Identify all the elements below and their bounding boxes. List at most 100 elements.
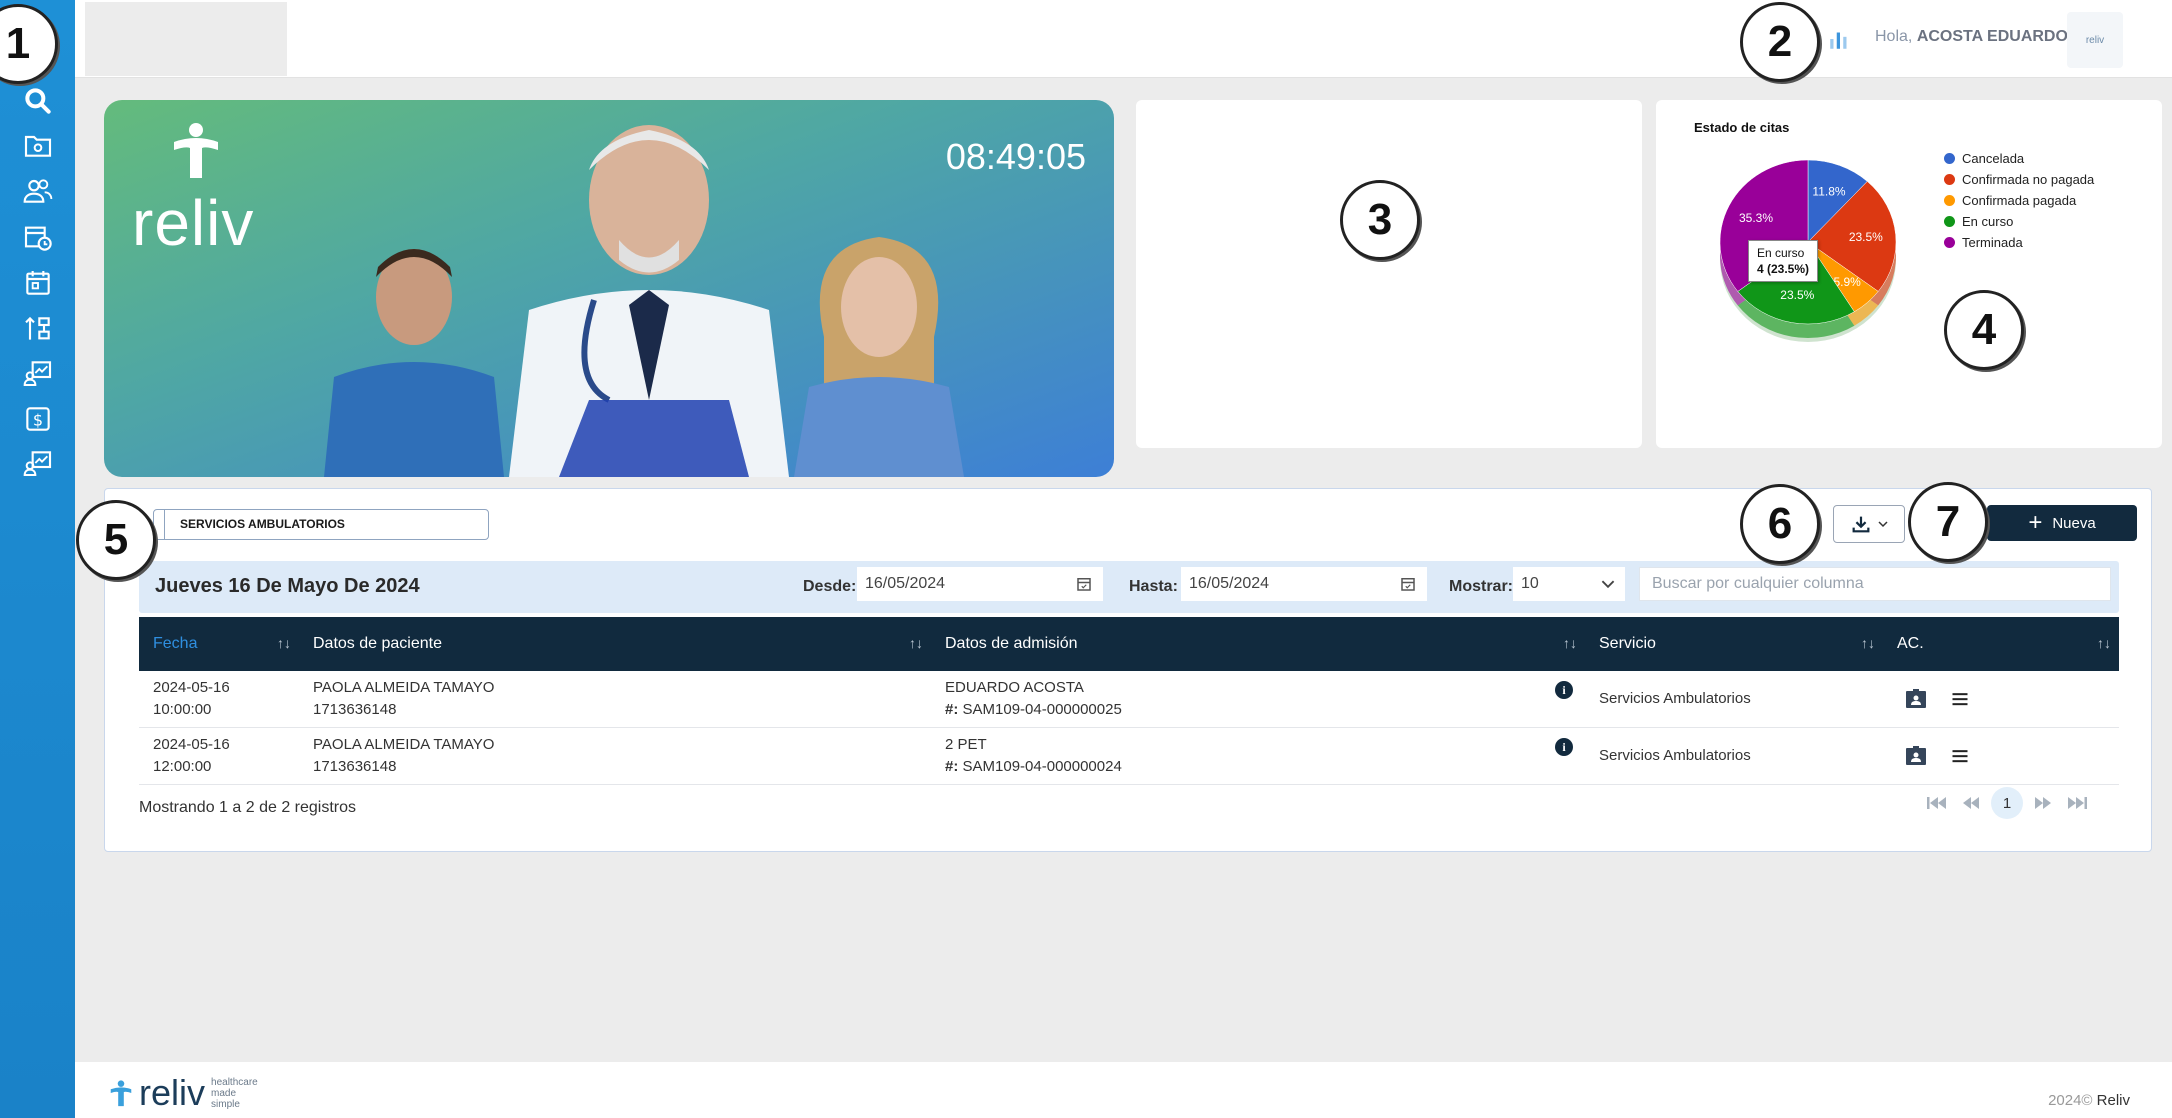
- svg-text:$: $: [33, 411, 43, 430]
- legend-item[interactable]: Confirmada no pagada: [1944, 169, 2094, 190]
- first-page-icon: [1927, 797, 1946, 809]
- column-label: Servicio: [1599, 635, 1656, 652]
- footer-logo: reliv healthcare made simple: [107, 1072, 258, 1114]
- sort-icon[interactable]: ↑↓: [277, 635, 291, 651]
- sort-icon[interactable]: ↑↓: [2097, 635, 2111, 651]
- sort-icon[interactable]: ↑↓: [909, 635, 923, 651]
- last-page-button[interactable]: [2063, 788, 2091, 818]
- callout-6: 6: [1740, 484, 1820, 564]
- hero-clock: 08:49:05: [945, 136, 1086, 177]
- desde-date-input[interactable]: 16/05/2024: [857, 567, 1103, 601]
- cell-acciones: [1883, 671, 2119, 728]
- current-date-title: Jueves 16 De Mayo De 2024: [155, 575, 420, 597]
- menu-icon[interactable]: [1949, 689, 1971, 709]
- legend-item[interactable]: En curso: [1944, 211, 2094, 232]
- hero-logo: reliv: [132, 120, 254, 255]
- copyright-year: 2024©: [2048, 1092, 2093, 1109]
- chart-user-icon[interactable]: [19, 354, 57, 392]
- first-page-button[interactable]: [1923, 788, 1951, 818]
- download-button[interactable]: [1833, 505, 1905, 543]
- calendar-clock-icon[interactable]: [19, 218, 57, 256]
- desde-value: 16/05/2024: [865, 575, 946, 592]
- prev-page-icon: [1963, 797, 1979, 809]
- greeting-text: Hola,: [1875, 28, 1913, 45]
- legend-label: En curso: [1962, 214, 2014, 229]
- hierarchy-icon[interactable]: [19, 310, 57, 348]
- cell-admision: 2 PET #: SAM109-04-000000024 i: [931, 728, 1585, 785]
- table-row[interactable]: 2024-05-16 10:00:00 PAOLA ALMEIDA TAMAYO 1…: [139, 671, 2119, 728]
- sort-icon[interactable]: ↑↓: [1563, 635, 1577, 651]
- admit-name: 2 PET: [945, 736, 987, 753]
- column-label: Fecha: [153, 635, 198, 652]
- patient-card-icon[interactable]: [1903, 687, 1929, 711]
- calendar-picker-icon[interactable]: [1075, 575, 1093, 593]
- footer-tagline: healthcare made simple: [211, 1077, 258, 1110]
- patient-id: 1713636148: [313, 701, 397, 718]
- header-logo-text: reliv: [2085, 34, 2105, 46]
- header-logo[interactable]: reliv: [2067, 12, 2123, 68]
- new-appointment-button[interactable]: + Nueva: [1987, 505, 2137, 541]
- info-icon[interactable]: i: [1555, 738, 1573, 756]
- calendar-picker-icon[interactable]: [1399, 575, 1417, 593]
- search-input[interactable]: Buscar por cualquier columna: [1639, 567, 2111, 601]
- cell-fecha: 2024-05-16 12:00:00: [139, 728, 299, 785]
- appointments-status-card: Estado de citas 11.8% 23.5% 5.9% 23.5% 35.3%…: [1656, 100, 2162, 448]
- menu-icon[interactable]: [1949, 746, 1971, 766]
- callout-7: 7: [1908, 482, 1988, 562]
- tooltip-label: En curso: [1757, 246, 1805, 260]
- legend-swatch: [1944, 216, 1955, 227]
- legend-item[interactable]: Cancelada: [1944, 148, 2094, 169]
- folder-settings-icon[interactable]: [19, 126, 57, 164]
- legend-swatch: [1944, 153, 1955, 164]
- column-label: Datos de admisión: [945, 635, 1078, 652]
- doctor-center-image: [509, 125, 789, 477]
- user-name[interactable]: ACOSTA EDUARDO: [1917, 28, 2068, 45]
- reliv-mark-icon: [110, 1080, 132, 1107]
- search-icon[interactable]: [19, 82, 57, 120]
- row-date: 2024-05-16: [153, 679, 230, 696]
- bar-chart-icon[interactable]: [1827, 26, 1853, 52]
- next-page-button[interactable]: [2029, 788, 2057, 818]
- top-header: Hola, ACOSTA EDUARDO reliv: [75, 0, 2172, 78]
- report-user-icon[interactable]: [19, 444, 57, 482]
- hasta-date-input[interactable]: 16/05/2024: [1181, 567, 1427, 601]
- tooltip-value: 4 (23.5%): [1757, 262, 1810, 276]
- pie-data-label: 23.5%: [1849, 230, 1883, 244]
- admit-prefix: #:: [945, 701, 959, 718]
- table-row[interactable]: 2024-05-16 12:00:00 PAOLA ALMEIDA TAMAYO 1…: [139, 728, 2119, 785]
- column-label: Datos de paciente: [313, 635, 442, 652]
- legend-item[interactable]: Confirmada pagada: [1944, 190, 2094, 211]
- pagination: 1: [1923, 787, 2091, 819]
- legend-swatch: [1944, 174, 1955, 185]
- hasta-value: 16/05/2024: [1189, 575, 1270, 592]
- calendar-icon[interactable]: [19, 264, 57, 302]
- chart-title: Estado de citas: [1694, 120, 1790, 135]
- tab-servicios-ambulatorios[interactable]: SERVICIOS AMBULATORIOS: [153, 509, 489, 540]
- cell-paciente: PAOLA ALMEIDA TAMAYO 1713636148: [299, 728, 931, 785]
- page-1-button[interactable]: 1: [1991, 787, 2023, 819]
- admit-name: EDUARDO ACOSTA: [945, 679, 1084, 696]
- header-placeholder: [85, 2, 287, 76]
- column-acciones[interactable]: AC. ↑↓: [1883, 617, 2119, 671]
- chevron-down-icon: [1878, 521, 1888, 528]
- sort-icon[interactable]: ↑↓: [1861, 635, 1875, 651]
- legend-item[interactable]: Terminada: [1944, 232, 2094, 253]
- column-paciente[interactable]: Datos de paciente ↑↓: [299, 617, 931, 671]
- hero-brand: reliv: [132, 187, 255, 259]
- footer-brand: reliv: [139, 1072, 206, 1113]
- column-servicio[interactable]: Servicio ↑↓: [1585, 617, 1883, 671]
- page-size-select[interactable]: 10: [1513, 567, 1625, 601]
- chevron-down-icon: [1601, 580, 1615, 589]
- prev-page-button[interactable]: [1957, 788, 1985, 818]
- info-icon[interactable]: i: [1555, 681, 1573, 699]
- doctor-right-image: [794, 237, 964, 477]
- column-fecha[interactable]: Fecha ↑↓: [139, 617, 299, 671]
- admit-prefix: #:: [945, 758, 959, 775]
- patient-card-icon[interactable]: [1903, 744, 1929, 768]
- user-greeting: Hola, ACOSTA EDUARDO: [1875, 28, 2068, 46]
- dollar-icon[interactable]: $: [19, 400, 57, 438]
- users-icon[interactable]: [19, 172, 57, 210]
- column-admision[interactable]: Datos de admisión ↑↓: [931, 617, 1585, 671]
- cell-acciones: [1883, 728, 2119, 785]
- callout-3: 3: [1340, 180, 1420, 260]
